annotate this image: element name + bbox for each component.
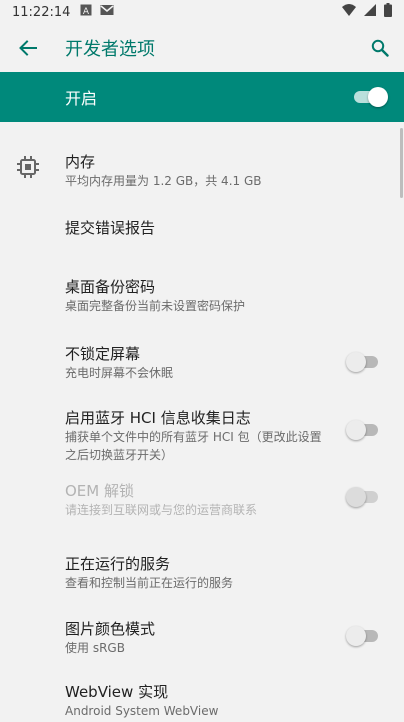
running-services-title: 正在运行的服务 — [65, 555, 171, 573]
backup-password-summary: 桌面完整备份当前未设置密码保护 — [65, 299, 246, 313]
back-button[interactable] — [0, 24, 56, 72]
list-item-backup-password[interactable]: 桌面备份密码 桌面完整备份当前未设置密码保护 — [0, 258, 404, 322]
list-item-memory[interactable]: 内存 平均内存用量为 1.2 GB，共 4.1 GB — [0, 122, 404, 202]
signal-icon — [364, 4, 376, 20]
color-mode-title: 图片颜色模式 — [65, 620, 156, 638]
oem-unlock-summary: 请连接到互联网或与您的运营商联系 — [65, 503, 258, 517]
battery-icon — [384, 3, 392, 21]
list-item-bug-report[interactable]: 提交错误报告 — [0, 202, 404, 258]
backup-password-title: 桌面备份密码 — [65, 278, 156, 296]
back-arrow-icon — [19, 40, 37, 56]
memory-title: 内存 — [65, 153, 96, 171]
list-item-bt-hci-log[interactable]: 启用蓝牙 HCI 信息收集日志 捕获单个文件中的所有蓝牙 HCI 包（更改此设置… — [0, 386, 404, 468]
memory-summary: 平均内存用量为 1.2 GB，共 4.1 GB — [65, 174, 262, 188]
list-item-color-mode[interactable]: 图片颜色模式 使用 sRGB — [0, 598, 404, 662]
running-services-summary: 查看和控制当前正在运行的服务 — [65, 576, 234, 590]
list-item-webview[interactable]: WebView 实现 Android System WebView — [0, 662, 404, 722]
a-icon: A — [80, 4, 92, 20]
color-mode-summary: 使用 sRGB — [65, 641, 125, 655]
bt-hci-log-summary-line2: 之后切换蓝牙开关） — [65, 448, 174, 462]
oem-unlock-toggle — [346, 487, 380, 507]
svg-text:A: A — [83, 7, 90, 16]
master-switch-bar[interactable]: 开启 — [0, 72, 404, 122]
page-title: 开发者选项 — [65, 39, 155, 60]
scrollbar[interactable] — [400, 128, 403, 198]
stay-awake-toggle[interactable] — [346, 352, 380, 372]
bt-hci-log-title: 启用蓝牙 HCI 信息收集日志 — [65, 409, 251, 427]
stay-awake-summary: 充电时屏幕不会休眠 — [65, 366, 174, 380]
color-mode-toggle[interactable] — [346, 626, 380, 646]
webview-title: WebView 实现 — [65, 683, 169, 701]
list-item-running-services[interactable]: 正在运行的服务 查看和控制当前正在运行的服务 — [0, 532, 404, 598]
bug-report-title: 提交错误报告 — [65, 219, 156, 237]
mail-icon — [100, 4, 114, 20]
bt-hci-log-toggle[interactable] — [346, 420, 380, 440]
list-item-oem-unlock: OEM 解锁 请连接到互联网或与您的运营商联系 — [0, 468, 404, 532]
search-icon — [371, 39, 389, 57]
master-switch-label: 开启 — [65, 89, 98, 108]
status-time: 11:22:14 — [12, 4, 71, 20]
master-switch-toggle[interactable] — [354, 87, 388, 107]
webview-summary: Android System WebView — [65, 704, 219, 718]
oem-unlock-title: OEM 解锁 — [65, 482, 134, 500]
list-item-stay-awake[interactable]: 不锁定屏幕 充电时屏幕不会休眠 — [0, 322, 404, 386]
status-bar: 11:22:14 A — [0, 0, 404, 24]
search-button[interactable] — [356, 24, 404, 72]
wifi-icon — [342, 4, 356, 20]
app-bar: 开发者选项 — [0, 24, 404, 72]
settings-list: 内存 平均内存用量为 1.2 GB，共 4.1 GB 提交错误报告 桌面备份密码… — [0, 122, 404, 722]
bt-hci-log-summary-line1: 捕获单个文件中的所有蓝牙 HCI 包（更改此设置 — [65, 430, 322, 444]
stay-awake-title: 不锁定屏幕 — [65, 345, 141, 363]
memory-chip-icon — [16, 155, 40, 183]
